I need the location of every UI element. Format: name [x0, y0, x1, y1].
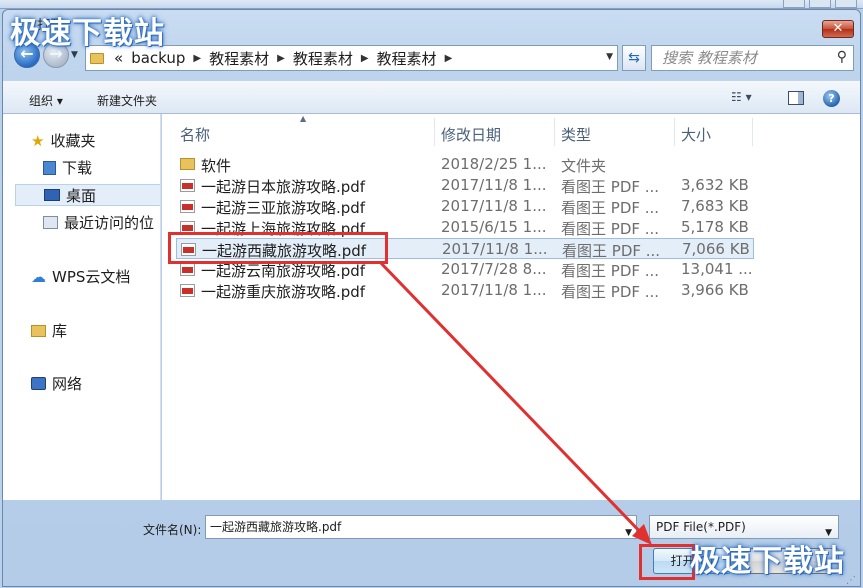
sort-arrow-icon: ▲ — [300, 114, 307, 123]
file-type: 看图王 PDF ... — [561, 220, 660, 238]
chevron-right-icon[interactable]: ▶ — [193, 53, 201, 64]
file-date: 2017/11/8 1... — [441, 197, 547, 215]
watermark-logo: 极速下载站 — [10, 16, 165, 51]
sidebar-item-desktop[interactable]: 桌面 — [15, 184, 160, 206]
chevron-right-icon[interactable]: ▶ — [361, 53, 369, 64]
file-list: ▲ 名称 修改日期 类型 大小 软件 2018/2/25 1... 文件夹 一起… — [162, 114, 860, 500]
file-type: 文件夹 — [561, 157, 607, 175]
file-size: 5,178 KB — [681, 218, 749, 236]
file-date: 2017/7/28 8... — [441, 260, 547, 278]
pdf-file-icon — [180, 179, 195, 192]
command-toolbar: 组织 ▾ 新建文件夹 ☷ ▾ ? — [3, 80, 860, 114]
filename-value: 一起游西藏旅游攻略.pdf — [210, 520, 342, 534]
chevron-right-icon[interactable]: ▶ — [277, 53, 285, 64]
file-type: 看图王 PDF ... — [562, 242, 661, 260]
file-type: 看图王 PDF ... — [561, 178, 660, 196]
chevron-right-icon[interactable]: ▶ — [445, 53, 453, 64]
sidebar-item-library[interactable]: 库 — [31, 320, 67, 341]
column-divider[interactable] — [752, 118, 753, 146]
close-icon: ✕ — [832, 21, 844, 36]
resize-grip-icon[interactable]: ⋰ — [846, 575, 856, 586]
organize-button[interactable]: 组织 ▾ — [29, 92, 63, 109]
selected-file-highlight — [168, 232, 388, 264]
column-header-name[interactable]: 名称 — [180, 124, 210, 145]
file-size: 13,041 ... — [681, 260, 753, 278]
filename-input[interactable]: 一起游西藏旅游攻略.pdf ▼ — [205, 515, 637, 539]
address-dropdown-icon[interactable]: ▼ — [606, 52, 613, 62]
column-header-date[interactable]: 修改日期 — [441, 124, 501, 145]
change-view-icon[interactable]: ☷ ▾ — [731, 90, 752, 104]
folder-icon — [90, 52, 104, 64]
file-date: 2017/11/8 1... — [441, 176, 547, 194]
file-date: 2017/11/8 1... — [441, 281, 547, 299]
open-file-dialog: 打开 ✕ ← → ▼ « backup ▶ 教程素材 ▶ 教程素材 ▶ 教程素材… — [2, 9, 861, 587]
desktop-icon — [44, 189, 60, 201]
sidebar-item-label: 最近访问的位 — [64, 214, 155, 232]
filename-label: 文件名(N): — [143, 523, 202, 537]
search-input[interactable] — [660, 46, 830, 70]
file-size: 3,966 KB — [681, 281, 749, 299]
open-button-highlight — [639, 544, 695, 580]
file-size: 7,683 KB — [681, 197, 749, 215]
close-button[interactable]: ✕ — [822, 20, 854, 38]
file-size: 3,632 KB — [681, 176, 749, 194]
network-icon — [31, 377, 46, 390]
sidebar-item-download[interactable]: 下载 — [43, 157, 92, 178]
table-row[interactable]: 一起游三亚旅游攻略.pdf 2017/11/8 1... 看图王 PDF ...… — [176, 196, 754, 217]
column-divider[interactable] — [554, 118, 555, 146]
file-name: 一起游三亚旅游攻略.pdf — [201, 199, 366, 217]
watermark-logo: 极速下载站 — [690, 544, 845, 579]
sidebar-item-label: 收藏夹 — [50, 132, 96, 150]
breadcrumb-item[interactable]: 教程素材 — [209, 48, 269, 69]
sidebar-item-label: 网络 — [52, 375, 83, 393]
help-icon[interactable]: ? — [823, 90, 840, 107]
file-type: 看图王 PDF ... — [561, 283, 660, 301]
sidebar-item-favorites[interactable]: ★ 收藏夹 — [31, 130, 95, 151]
file-date: 2018/2/25 1... — [441, 155, 547, 173]
sidebar-item-wps-cloud[interactable]: ☁ WPS云文档 — [31, 266, 130, 287]
search-icon[interactable]: ⚲ — [837, 49, 847, 65]
library-icon — [31, 324, 46, 337]
table-row[interactable]: 软件 2018/2/25 1... 文件夹 — [176, 154, 754, 175]
pdf-file-icon — [180, 200, 195, 213]
table-row[interactable]: 一起游重庆旅游攻略.pdf 2017/11/8 1... 看图王 PDF ...… — [176, 280, 754, 301]
sidebar-item-label: 桌面 — [66, 186, 97, 205]
file-date: 2017/11/8 1... — [442, 240, 548, 258]
file-name: 一起游日本旅游攻略.pdf — [201, 178, 366, 196]
sidebar-item-label: 库 — [52, 322, 68, 340]
column-header-size[interactable]: 大小 — [681, 124, 711, 145]
file-date: 2015/6/15 1... — [441, 218, 547, 236]
file-name: 软件 — [201, 157, 232, 175]
pdf-file-icon — [180, 263, 195, 276]
sidebar-item-label: WPS云文档 — [52, 268, 131, 286]
breadcrumb-item[interactable]: 教程素材 — [293, 48, 353, 69]
column-header-type[interactable]: 类型 — [561, 124, 591, 145]
navigation-pane: ★ 收藏夹 下载 桌面 最近访问的位 ☁ WPS云文档 库 网络 — [3, 114, 161, 500]
recent-places-icon — [43, 216, 58, 229]
cloud-icon: ☁ — [31, 267, 46, 286]
chevron-down-icon[interactable]: ▼ — [625, 522, 632, 544]
table-row[interactable]: 一起游日本旅游攻略.pdf 2017/11/8 1... 看图王 PDF ...… — [176, 175, 754, 196]
download-folder-icon — [43, 160, 56, 175]
preview-pane-icon[interactable] — [788, 91, 804, 105]
background-window-controls — [783, 0, 857, 8]
folder-icon — [180, 158, 195, 170]
breadcrumb-item[interactable]: 教程素材 — [377, 48, 437, 69]
sidebar-item-label: 下载 — [62, 159, 93, 177]
column-divider[interactable] — [434, 118, 435, 146]
file-size: 7,066 KB — [682, 240, 750, 258]
file-name: 一起游重庆旅游攻略.pdf — [201, 283, 366, 301]
file-type: 看图王 PDF ... — [561, 199, 660, 217]
sidebar-item-network[interactable]: 网络 — [31, 373, 82, 394]
new-folder-button[interactable]: 新建文件夹 — [97, 92, 157, 109]
column-divider[interactable] — [674, 118, 675, 146]
file-type: 看图王 PDF ... — [561, 262, 660, 280]
star-icon: ★ — [31, 131, 45, 150]
search-box[interactable]: ⚲ — [651, 45, 854, 71]
sidebar-item-recent[interactable]: 最近访问的位 — [43, 212, 154, 233]
pdf-file-icon — [180, 284, 195, 297]
refresh-button[interactable]: ⇆ — [622, 45, 646, 71]
refresh-icon: ⇆ — [628, 50, 640, 66]
filetype-value: PDF File(*.PDF) — [656, 520, 746, 534]
